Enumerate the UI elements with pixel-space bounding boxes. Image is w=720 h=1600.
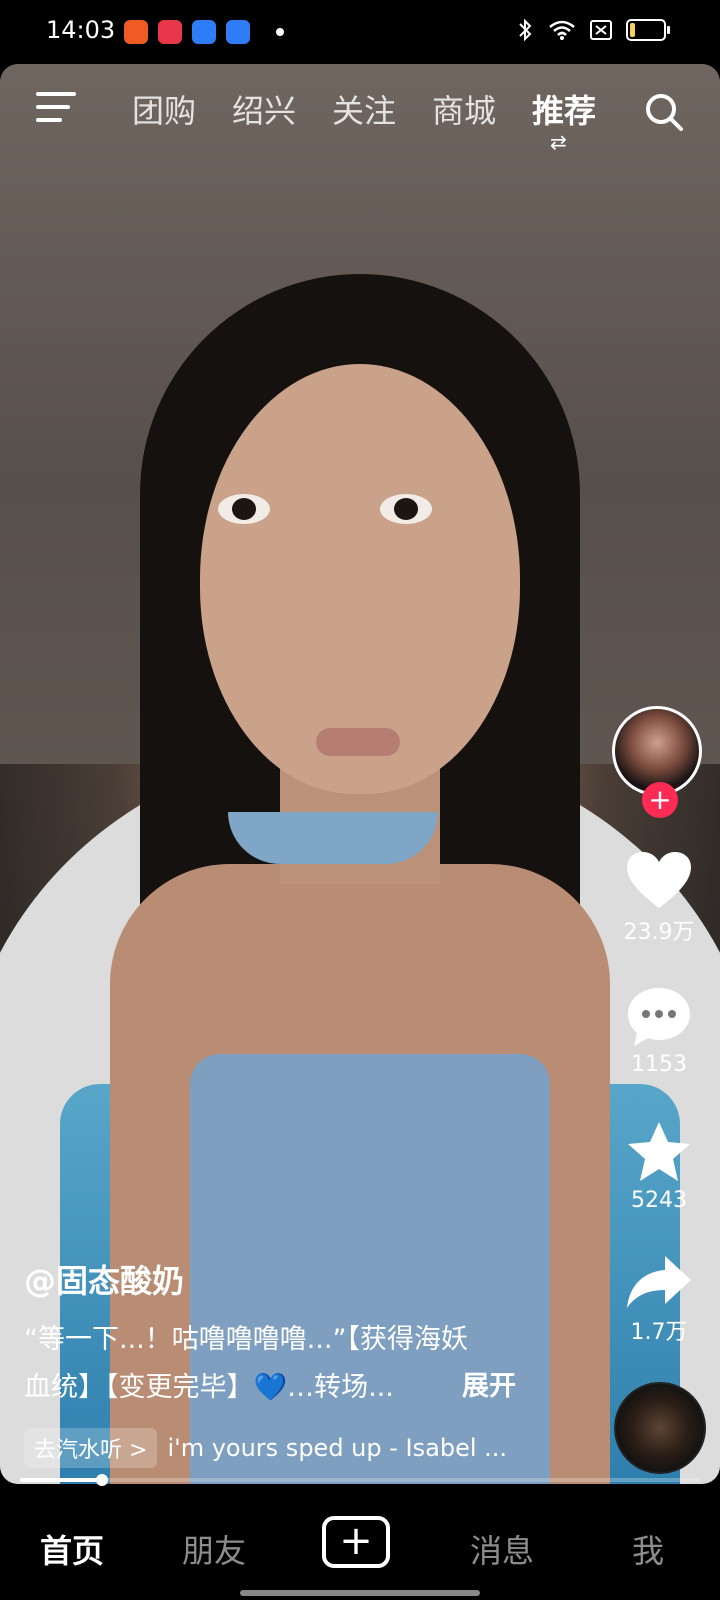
tab-group-buy[interactable]: 团购 <box>132 86 196 132</box>
caption-text: “等一下...！咕噜噜噜噜...”【获得海妖 血统】【变更完毕】💙…转场... <box>24 1316 524 1412</box>
video-subject-top <box>190 1054 550 1484</box>
sim-icon <box>590 20 612 40</box>
video-subject-eye <box>380 494 432 524</box>
tab-following[interactable]: 关注 <box>332 86 396 132</box>
tab-local[interactable]: 绍兴 <box>232 86 296 132</box>
listen-on-app-chip[interactable]: 去汽水听 > <box>24 1428 158 1468</box>
favorite-count: 5243 <box>631 1188 687 1213</box>
like-count: 23.9万 <box>623 920 695 945</box>
tab-mall[interactable]: 商城 <box>432 86 496 132</box>
video-subject-choker <box>228 812 438 864</box>
bottom-nav: 首页 朋友 + 消息 我 <box>0 1486 720 1600</box>
like-action[interactable]: 23.9万 <box>618 850 700 946</box>
status-time: 14:03 <box>46 16 116 44</box>
tab-friends[interactable]: 朋友 <box>182 1526 246 1572</box>
tab-home[interactable]: 首页 <box>40 1526 104 1572</box>
search-icon[interactable] <box>644 92 684 132</box>
follow-button[interactable]: + <box>642 782 678 818</box>
comment-icon[interactable] <box>626 986 692 1048</box>
video-subject-eye <box>218 494 270 524</box>
favorite-action[interactable]: 5243 <box>618 1120 700 1213</box>
notification-video-icon <box>158 20 182 44</box>
battery-icon <box>626 19 670 41</box>
heart-icon[interactable] <box>625 850 693 910</box>
more-notifications-dot <box>276 28 284 36</box>
comment-action[interactable]: 1153 <box>618 986 700 1077</box>
comment-count: 1153 <box>631 1052 687 1077</box>
notification-search-icon <box>226 20 250 44</box>
video-progress-bar[interactable] <box>20 1474 700 1486</box>
tab-me[interactable]: 我 <box>632 1526 664 1572</box>
tab-recommend[interactable]: 推荐 <box>532 86 596 132</box>
video-progress-fill <box>20 1478 102 1482</box>
expand-button[interactable]: 展开 <box>462 1364 516 1403</box>
notification-app-icon <box>124 20 148 44</box>
share-icon[interactable] <box>625 1254 693 1310</box>
battery-level <box>630 23 635 37</box>
video-progress-handle[interactable] <box>95 1474 108 1486</box>
swap-icon: ⇄ <box>550 130 567 154</box>
create-button[interactable]: + <box>322 1516 390 1568</box>
share-count: 1.7万 <box>630 1320 688 1345</box>
caption-line: 血统】【变更完毕】💙…转场... <box>24 1372 394 1403</box>
notification-app-icon <box>192 20 216 44</box>
top-nav: 团购 绍兴 关注 商城 推荐 ⇄ <box>0 86 720 154</box>
author-name[interactable]: @固态酸奶 <box>24 1256 184 1302</box>
status-bar: 14:03 <box>0 0 720 64</box>
home-indicator[interactable] <box>240 1590 480 1596</box>
bluetooth-icon <box>519 18 532 42</box>
video-subject-lips <box>316 728 400 756</box>
tab-messages[interactable]: 消息 <box>470 1526 534 1572</box>
menu-icon[interactable] <box>36 92 76 124</box>
caption-line: “等一下...！咕噜噜噜噜...”【获得海妖 <box>24 1324 468 1355</box>
star-icon[interactable] <box>626 1120 692 1184</box>
wifi-icon <box>549 20 575 40</box>
music-row[interactable]: 去汽水听 > i'm yours sped up - Isabel ... <box>24 1428 507 1468</box>
music-disc[interactable] <box>614 1382 706 1474</box>
share-action[interactable]: 1.7万 <box>618 1254 700 1346</box>
music-title[interactable]: i'm yours sped up - Isabel ... <box>167 1434 507 1462</box>
